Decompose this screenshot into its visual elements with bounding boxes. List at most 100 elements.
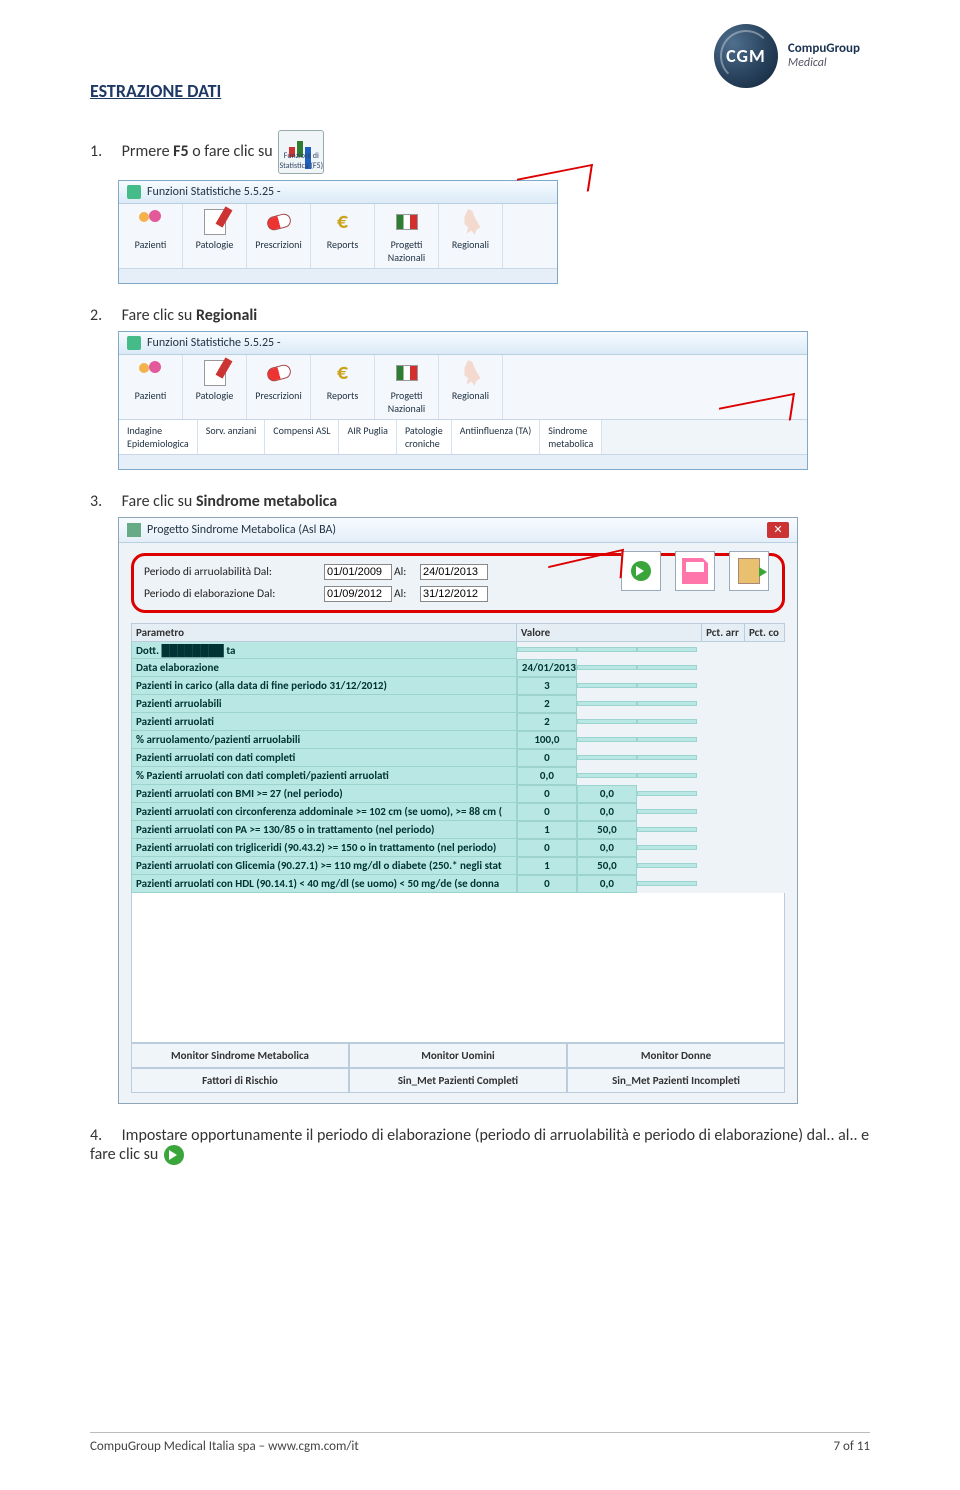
- close-icon[interactable]: ✕: [767, 522, 789, 538]
- bottom-tabs-row-1: Monitor Sindrome MetabolicaMonitor Uomin…: [131, 1043, 785, 1068]
- cell: [577, 737, 637, 742]
- cell: Pazienti arruolati: [132, 713, 517, 731]
- toolbar-progetti[interactable]: Progetti Nazionali: [375, 204, 439, 268]
- toolbar-label: Progetti Nazionali: [375, 238, 438, 264]
- cell: 0,0: [577, 875, 637, 893]
- cell: Pazienti arruolati con circonferenza add…: [132, 803, 517, 821]
- cell: [577, 683, 637, 688]
- save-button[interactable]: [675, 551, 715, 591]
- toolbar-regionali[interactable]: Regionali: [439, 204, 503, 268]
- toolbar-patologie[interactable]: Patologie: [183, 355, 247, 419]
- toolbar-label: Regionali: [439, 389, 502, 402]
- cell: [577, 719, 637, 724]
- cell: [637, 809, 697, 814]
- play-icon[interactable]: [164, 1145, 184, 1165]
- cell: [637, 683, 697, 688]
- bottom-tab[interactable]: Monitor Uomini: [349, 1043, 567, 1068]
- cell: [637, 773, 697, 778]
- cell: 0,0: [577, 803, 637, 821]
- cell: 50,0: [577, 821, 637, 839]
- brand-text: CompuGroupMedical: [788, 42, 860, 71]
- people-icon: [134, 208, 168, 236]
- toolbar-progetti[interactable]: Progetti Nazionali: [375, 355, 439, 419]
- cell: % arruolamento/pazienti arruolabili: [132, 731, 517, 749]
- input-arr-to[interactable]: [420, 564, 488, 580]
- toolbar-label: Patologie: [183, 238, 246, 251]
- subtab-item[interactable]: Patologie croniche: [397, 420, 452, 454]
- toolbar-prescrizioni[interactable]: Prescrizioni: [247, 204, 311, 268]
- cell: [637, 881, 697, 886]
- toolbar-regionali[interactable]: Regionali: [439, 355, 503, 419]
- toolbar-label: Regionali: [439, 238, 502, 251]
- cell: [577, 773, 637, 778]
- cell: Pazienti arruolati con BMI >= 27 (nel pe…: [132, 785, 517, 803]
- toolbar-label: Reports: [311, 238, 374, 251]
- table-row: Pazienti arruolabili2: [132, 695, 785, 713]
- people-icon: [134, 359, 168, 387]
- cell: Pazienti arruolati con Glicemia (90.27.1…: [132, 857, 517, 875]
- subtab-row: Indagine EpidemiologicaSorv. anzianiComp…: [119, 420, 807, 455]
- column-header: Parametro: [132, 624, 517, 642]
- cell: [637, 665, 697, 670]
- cell: 24/01/2013: [517, 659, 577, 677]
- statistica-button-icon[interactable]: Funzioni di Statistica (F5): [278, 130, 324, 174]
- column-header: Pct. arr: [702, 624, 745, 642]
- table-row: % arruolamento/pazienti arruolabili100,0: [132, 731, 785, 749]
- cell: 0: [517, 875, 577, 893]
- input-arr-from[interactable]: [324, 564, 392, 580]
- page-footer: CompuGroup Medical Italia spa – www.cgm.…: [90, 1432, 870, 1454]
- cell: [577, 647, 637, 652]
- cell: [577, 665, 637, 670]
- parameters-table: ParametroValorePct. arrPct. co Dott. ███…: [131, 623, 785, 893]
- cell: 0: [517, 839, 577, 857]
- subtab-item[interactable]: Sindrome metabolica: [540, 420, 602, 454]
- bottom-tab[interactable]: Sin_Met Pazienti Completi: [349, 1068, 567, 1093]
- label-elaborazione: Periodo di elaborazione Dal:: [144, 587, 324, 601]
- cell: 0: [517, 785, 577, 803]
- subtab-item[interactable]: Compensi ASL: [265, 420, 339, 454]
- cell: 0,0: [577, 839, 637, 857]
- bottom-tabs-row-2: Fattori di RischioSin_Met Pazienti Compl…: [131, 1068, 785, 1093]
- euro-icon: €: [326, 208, 360, 236]
- bottom-tab[interactable]: Monitor Donne: [567, 1043, 785, 1068]
- toolbar-pazienti[interactable]: Pazienti: [119, 355, 183, 419]
- bottom-tab[interactable]: Monitor Sindrome Metabolica: [131, 1043, 349, 1068]
- input-ela-to[interactable]: [420, 586, 488, 602]
- toolbar-reports[interactable]: €Reports: [311, 355, 375, 419]
- cell: [637, 737, 697, 742]
- subtab-item[interactable]: Sorv. anziani: [198, 420, 266, 454]
- cell: 1: [517, 857, 577, 875]
- note-icon: [198, 208, 232, 236]
- table-row: Pazienti in carico (alla data di fine pe…: [132, 677, 785, 695]
- footer-page: 7 of 11: [834, 1439, 870, 1454]
- cell: [637, 647, 697, 652]
- cell: 1: [517, 821, 577, 839]
- input-ela-from[interactable]: [324, 586, 392, 602]
- cell: Pazienti arruolati con HDL (90.14.1) < 4…: [132, 875, 517, 893]
- toolbar-prescrizioni[interactable]: Prescrizioni: [247, 355, 311, 419]
- step-2: 2. Fare clic su Regionali Funzioni Stati…: [90, 306, 870, 470]
- exit-button[interactable]: [729, 551, 769, 591]
- toolbar: PazientiPatologiePrescrizioni € ReportsPro…: [119, 204, 557, 269]
- cell: 0: [517, 749, 577, 767]
- app-icon: [127, 185, 141, 199]
- toolbar-reports[interactable]: € Reports: [311, 204, 375, 268]
- cell: Pazienti arruolati con PA >= 130/85 o in…: [132, 821, 517, 839]
- toolbar-pazienti[interactable]: Pazienti: [119, 204, 183, 268]
- cell: 100,0: [517, 731, 577, 749]
- cell: [637, 863, 697, 868]
- bottom-tab[interactable]: Fattori di Rischio: [131, 1068, 349, 1093]
- subtab-item[interactable]: AIR Puglia: [339, 420, 397, 454]
- toolbar-label: Pazienti: [119, 389, 182, 402]
- cell: [637, 845, 697, 850]
- cell: Pazienti in carico (alla data di fine pe…: [132, 677, 517, 695]
- cell: Dott. ████████ ta: [132, 642, 517, 659]
- run-button[interactable]: [621, 551, 661, 591]
- subtab-item[interactable]: Indagine Epidemiologica: [119, 420, 198, 454]
- toolbar-patologie[interactable]: Patologie: [183, 204, 247, 268]
- label-al: Al:: [394, 587, 420, 601]
- window-title: Funzioni Statistiche 5.5.25 -: [119, 181, 557, 204]
- label-arruolabilita: Periodo di arruolabilità Dal:: [144, 565, 324, 579]
- subtab-item[interactable]: Antiinfluenza (TA): [452, 420, 541, 454]
- bottom-tab[interactable]: Sin_Met Pazienti Incompleti: [567, 1068, 785, 1093]
